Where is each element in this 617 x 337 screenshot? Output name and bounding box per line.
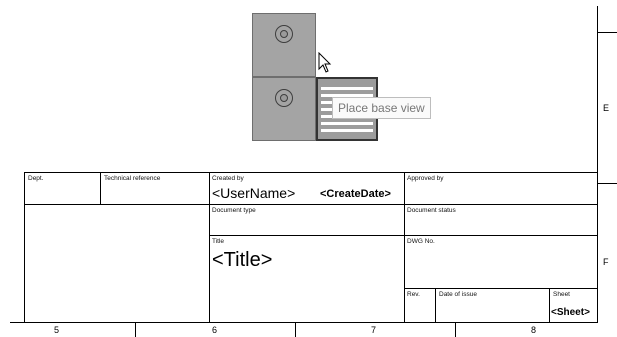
create-date-value: <CreateDate> (320, 188, 391, 200)
zone-column-label-8: 8 (531, 325, 537, 335)
title-block-col-line (100, 172, 101, 204)
title-block-col-line (549, 288, 550, 322)
view-cube-top-face[interactable] (252, 13, 316, 77)
view-cube-front-face[interactable] (252, 77, 316, 141)
mouse-pointer-icon (318, 52, 332, 73)
zone-divider-right (597, 183, 617, 184)
date-of-issue-label: Date of issue (439, 291, 477, 298)
technical-reference-label: Technical reference (104, 175, 161, 182)
title-block-col-line (209, 172, 210, 322)
title-block-bottom-border (10, 322, 598, 323)
place-base-view-tooltip: Place base view (332, 97, 431, 119)
created-by-label: Created by (212, 175, 244, 182)
dwg-no-label: DWG No. (407, 238, 435, 245)
title-block-col-line (404, 172, 405, 322)
zone-row-label-f: F (603, 257, 609, 267)
zone-divider-bottom (295, 322, 296, 337)
title-value: <Title> (212, 249, 273, 271)
zone-divider-bottom (135, 322, 136, 337)
view-cube-icon[interactable] (252, 13, 380, 141)
sheet-value: <Sheet> (551, 307, 590, 318)
zone-column-label-6: 6 (212, 325, 218, 335)
created-by-value: <UserName> (212, 185, 296, 201)
sheet-border-right (597, 6, 598, 322)
title-label: Title (212, 238, 225, 245)
title-block-left-border (24, 172, 25, 322)
zone-row-label-e: E (603, 103, 610, 113)
document-status-label: Document status (407, 207, 456, 214)
zone-column-label-7: 7 (371, 325, 377, 335)
circle-hole-icon (275, 25, 293, 43)
title-block-row-line (404, 288, 598, 289)
circle-hole-icon (275, 89, 293, 107)
approved-by-label: Approved by (407, 175, 444, 182)
dept-label: Dept. (28, 175, 44, 182)
title-block-col-line (435, 288, 436, 322)
zone-divider-right (597, 32, 617, 33)
title-block-top-border (24, 172, 598, 173)
zone-divider-bottom (455, 322, 456, 337)
sheet-label: Sheet (553, 291, 570, 298)
document-type-label: Document type (212, 207, 256, 214)
rev-label: Rev. (407, 291, 420, 298)
title-block-row-line (24, 204, 598, 205)
zone-column-label-5: 5 (54, 325, 60, 335)
